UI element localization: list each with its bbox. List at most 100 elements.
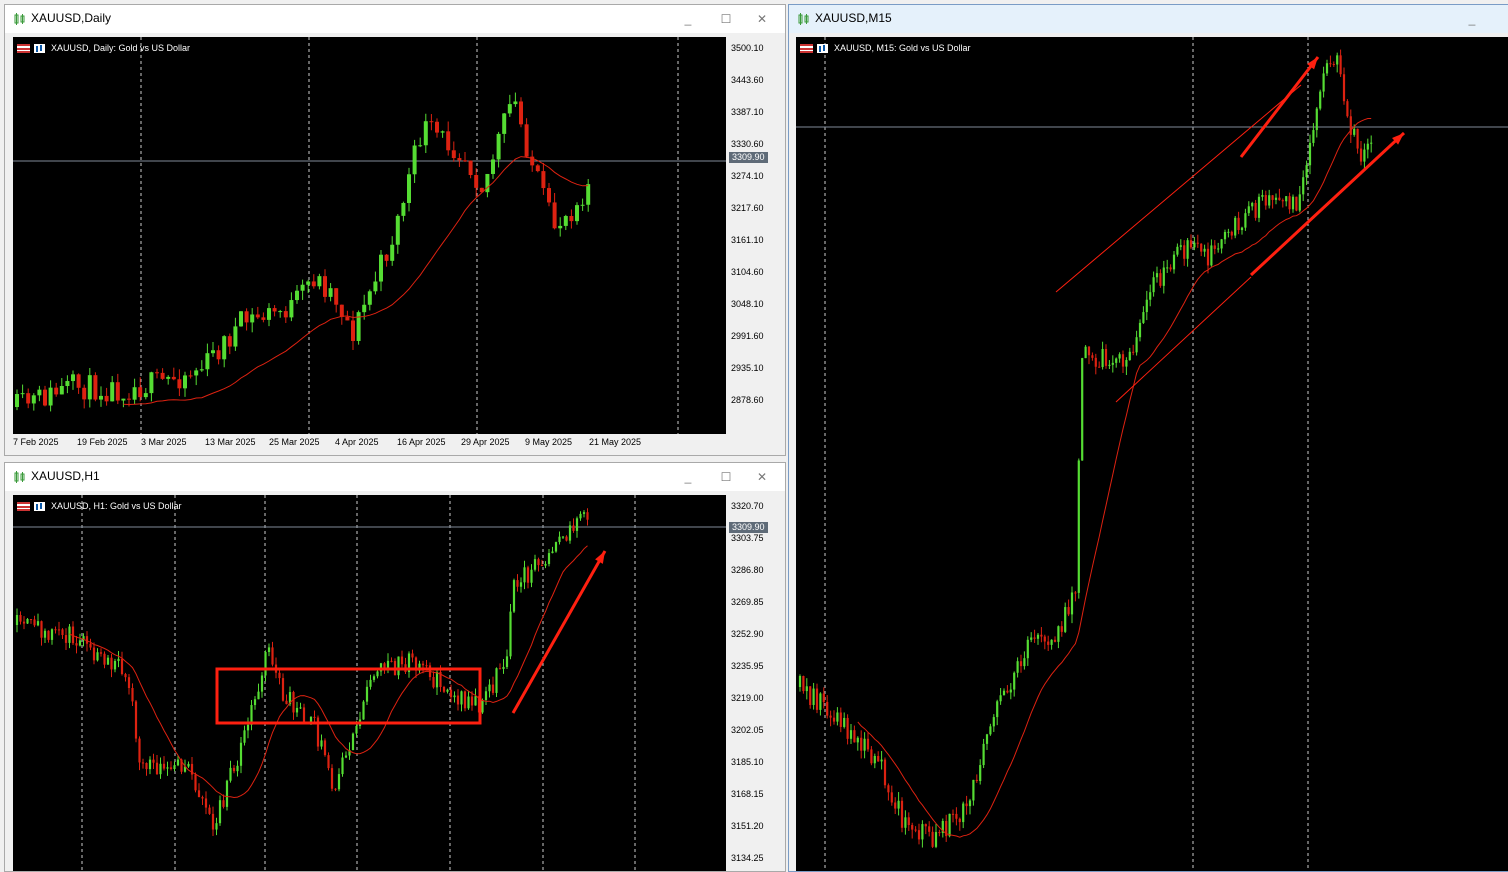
date-tick-label: 29 Apr 2025	[461, 437, 510, 447]
bullish-candle	[365, 686, 369, 702]
bullish-candle	[166, 376, 171, 379]
bullish-candle	[453, 695, 456, 698]
daily-chart-window[interactable]: XAUUSD,Daily _ ☐ ✕ XAUUSD, Daily: Gold v…	[4, 4, 786, 456]
m15-chart-window[interactable]: XAUUSD,M15 _ XAUUSD, M15: Gold vs US Dol…	[788, 4, 1508, 872]
bearish-candle	[1329, 63, 1332, 65]
bullish-candle	[397, 656, 400, 676]
price-tick-label: 3151.20	[731, 821, 764, 831]
bearish-candle	[194, 774, 197, 791]
minimize-button[interactable]: _	[1463, 10, 1481, 28]
bullish-candle	[1016, 661, 1019, 673]
bearish-candle	[914, 829, 917, 831]
bearish-candle	[271, 647, 274, 665]
bearish-candle	[552, 202, 557, 229]
bullish-candle	[1013, 672, 1016, 690]
price-tick-label: 3161.10	[731, 235, 764, 245]
maximize-button[interactable]: ☐	[717, 10, 735, 28]
bullish-candle	[1070, 592, 1074, 615]
bullish-candle	[1315, 108, 1318, 131]
bullish-candle	[246, 724, 250, 731]
title-bar[interactable]: XAUUSD,Daily _ ☐ ✕	[5, 5, 785, 33]
bullish-candle	[1128, 351, 1131, 361]
bearish-candle	[411, 653, 414, 658]
bearish-candle	[1087, 346, 1091, 356]
bullish-candle	[1261, 195, 1264, 197]
bullish-candle	[496, 133, 501, 160]
bearish-candle	[1196, 242, 1199, 244]
bullish-candle	[1227, 231, 1230, 233]
close-button[interactable]: ✕	[753, 468, 771, 486]
bullish-candle	[1009, 689, 1012, 693]
bullish-candle	[1002, 690, 1006, 696]
bearish-candle	[208, 807, 211, 814]
maximize-button[interactable]: ☐	[717, 468, 735, 486]
bearish-candle	[853, 730, 856, 743]
bullish-candle	[1108, 364, 1111, 366]
bearish-candle	[1356, 128, 1359, 149]
minimize-button[interactable]: _	[679, 468, 697, 486]
bullish-candle	[222, 336, 227, 360]
close-button[interactable]: ✕	[753, 10, 771, 28]
minimize-button[interactable]: _	[679, 10, 697, 28]
m15-candles	[796, 37, 1508, 871]
bullish-candle	[50, 629, 54, 640]
bullish-candle	[211, 350, 215, 354]
bullish-candle	[87, 375, 92, 400]
bullish-candle	[15, 615, 19, 625]
bearish-candle	[883, 759, 887, 786]
bearish-candle	[1159, 273, 1162, 286]
bullish-candle	[351, 733, 355, 751]
bullish-candle	[267, 647, 271, 653]
bullish-candle	[166, 767, 169, 769]
bullish-candle	[856, 737, 859, 743]
bearish-candle	[860, 737, 863, 751]
bullish-candle	[369, 679, 372, 687]
bearish-candle	[1074, 592, 1077, 594]
bullish-candle	[395, 215, 400, 245]
bullish-candle	[1050, 639, 1053, 645]
bearish-candle	[822, 693, 825, 702]
bearish-candle	[890, 792, 893, 803]
bullish-candle	[239, 311, 243, 327]
m15-plot-area[interactable]: XAUUSD, M15: Gold vs US Dollar	[796, 37, 1508, 871]
bullish-candle	[505, 656, 509, 667]
bearish-candle	[1183, 245, 1186, 259]
title-bar[interactable]: XAUUSD,H1 _ ☐ ✕	[5, 463, 785, 491]
bearish-candle	[110, 657, 113, 670]
h1-chart-window[interactable]: XAUUSD,H1 _ ☐ ✕ XAUUSD, H1: Gold vs US D…	[4, 462, 786, 872]
bearish-candle	[516, 580, 519, 587]
bullish-candle	[250, 314, 255, 323]
bullish-candle	[1251, 202, 1254, 207]
bearish-candle	[327, 755, 330, 769]
bearish-candle	[390, 660, 393, 662]
bullish-candle	[580, 204, 585, 206]
bullish-candle	[1363, 149, 1366, 162]
bullish-candle	[110, 382, 115, 402]
bullish-candle	[1176, 246, 1179, 255]
bullish-candle	[921, 824, 924, 840]
bullish-candle	[367, 291, 372, 305]
bearish-candle	[334, 288, 339, 305]
bullish-candle	[843, 717, 846, 727]
candlestick-icon	[798, 13, 809, 25]
bearish-candle	[870, 749, 873, 764]
bullish-candle	[579, 513, 582, 519]
h1-plot-area[interactable]: XAUUSD, H1: Gold vs US Dollar	[13, 495, 726, 871]
bearish-candle	[1342, 74, 1346, 102]
bullish-candle	[48, 387, 53, 406]
bearish-candle	[1098, 366, 1101, 368]
bullish-candle	[551, 551, 554, 554]
bullish-candle	[972, 779, 975, 801]
bearish-candle	[951, 813, 955, 815]
bearish-candle	[145, 762, 148, 770]
bearish-candle	[429, 121, 434, 123]
bearish-candle	[911, 825, 914, 830]
price-tick-label: 3387.10	[731, 107, 764, 117]
bearish-candle	[255, 314, 260, 318]
title-bar[interactable]: XAUUSD,M15 _	[789, 5, 1508, 33]
bearish-candle	[171, 376, 176, 380]
bearish-candle	[802, 676, 805, 692]
bullish-candle	[225, 780, 229, 807]
bullish-candle	[446, 689, 449, 692]
daily-plot-area[interactable]: XAUUSD, Daily: Gold vs US Dollar	[13, 37, 726, 434]
